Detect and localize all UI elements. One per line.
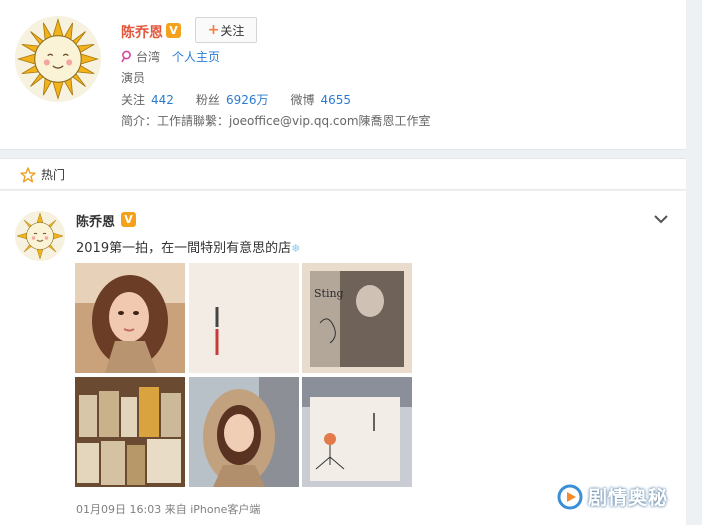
location-row: 台湾 个人主页 bbox=[121, 48, 220, 65]
chevron-down-icon[interactable] bbox=[653, 213, 669, 225]
post-image-5[interactable] bbox=[189, 377, 299, 487]
sun-avatar-icon bbox=[15, 211, 65, 261]
stat-label: 关注 bbox=[121, 93, 146, 107]
profile-avatar[interactable] bbox=[15, 16, 101, 102]
post-card: 陈乔恩 V 2019第一拍，在一間特別有意思的店❄ Sting 01月09日 1… bbox=[0, 191, 686, 525]
play-logo-icon bbox=[557, 484, 583, 509]
hot-bar: 热门 bbox=[0, 158, 686, 190]
stat-label: 微博 bbox=[290, 93, 315, 107]
verified-badge-icon: V bbox=[166, 23, 181, 38]
post-image-3[interactable]: Sting bbox=[302, 263, 412, 373]
follow-button[interactable]: + 关注 bbox=[195, 17, 257, 43]
stat-following[interactable]: 关注 442 bbox=[121, 91, 174, 108]
watermark-text: 剧情奥秘 bbox=[588, 487, 669, 509]
star-outline-icon bbox=[20, 166, 36, 183]
record-cover-image-icon: Sting bbox=[302, 263, 412, 373]
post-author-name[interactable]: 陈乔恩 bbox=[76, 211, 115, 230]
bookshelf-image-icon bbox=[75, 377, 185, 487]
stats-row: 关注 442 粉丝 6926万 微博 4655 bbox=[121, 91, 373, 108]
profile-name[interactable]: 陈乔恩 bbox=[121, 22, 163, 42]
stat-value: 4655 bbox=[320, 92, 352, 107]
location-pin-icon bbox=[121, 50, 131, 63]
occupation: 演员 bbox=[121, 71, 146, 85]
follow-button-label: 关注 bbox=[220, 23, 245, 38]
watermark: 剧情奥秘 bbox=[557, 483, 668, 510]
post-image-1[interactable] bbox=[75, 263, 185, 373]
post-image-4[interactable] bbox=[75, 377, 185, 487]
book-cover-image-icon bbox=[302, 377, 412, 487]
sun-avatar-icon bbox=[15, 16, 101, 102]
post-image-2[interactable] bbox=[189, 263, 299, 373]
profile-bio: 简介：工作請聯繫：joeoffice@vip.qq.com陳喬恩工作室 bbox=[121, 114, 431, 128]
stat-label: 粉丝 bbox=[195, 93, 220, 107]
post-avatar[interactable] bbox=[15, 211, 65, 261]
snowflake-emoji-icon: ❄ bbox=[291, 242, 301, 255]
hot-tab[interactable]: 热门 bbox=[20, 166, 65, 183]
selfie-image-icon bbox=[189, 377, 299, 487]
selfie-image-icon bbox=[75, 263, 185, 373]
svg-text:Sting: Sting bbox=[314, 287, 344, 300]
location-text: 台湾 bbox=[136, 50, 161, 64]
hot-label: 热门 bbox=[41, 168, 66, 182]
book-page-image-icon bbox=[189, 263, 299, 373]
homepage-link[interactable]: 个人主页 bbox=[172, 48, 220, 65]
post-meta: 01月09日 16:03 来自 iPhone客户端 bbox=[76, 501, 260, 517]
post-source-prefix: 来自 bbox=[164, 503, 187, 516]
stat-value: 442 bbox=[151, 92, 174, 107]
profile-card: 陈乔恩 V + 关注 台湾 个人主页 演员 关注 442 粉丝 6926万 微博… bbox=[0, 0, 686, 150]
stat-followers[interactable]: 粉丝 6926万 bbox=[196, 91, 269, 108]
stat-posts[interactable]: 微博 4655 bbox=[290, 91, 351, 108]
verified-badge-icon: V bbox=[121, 212, 136, 227]
post-time[interactable]: 01月09日 16:03 bbox=[76, 503, 161, 516]
plus-icon: + bbox=[207, 22, 220, 38]
post-image-6[interactable] bbox=[302, 377, 412, 487]
post-source[interactable]: iPhone客户端 bbox=[190, 503, 260, 516]
stat-value: 6926万 bbox=[225, 93, 269, 107]
post-text-body: 2019第一拍，在一間特別有意思的店 bbox=[76, 241, 292, 256]
post-text: 2019第一拍，在一間特別有意思的店❄ bbox=[76, 237, 300, 256]
